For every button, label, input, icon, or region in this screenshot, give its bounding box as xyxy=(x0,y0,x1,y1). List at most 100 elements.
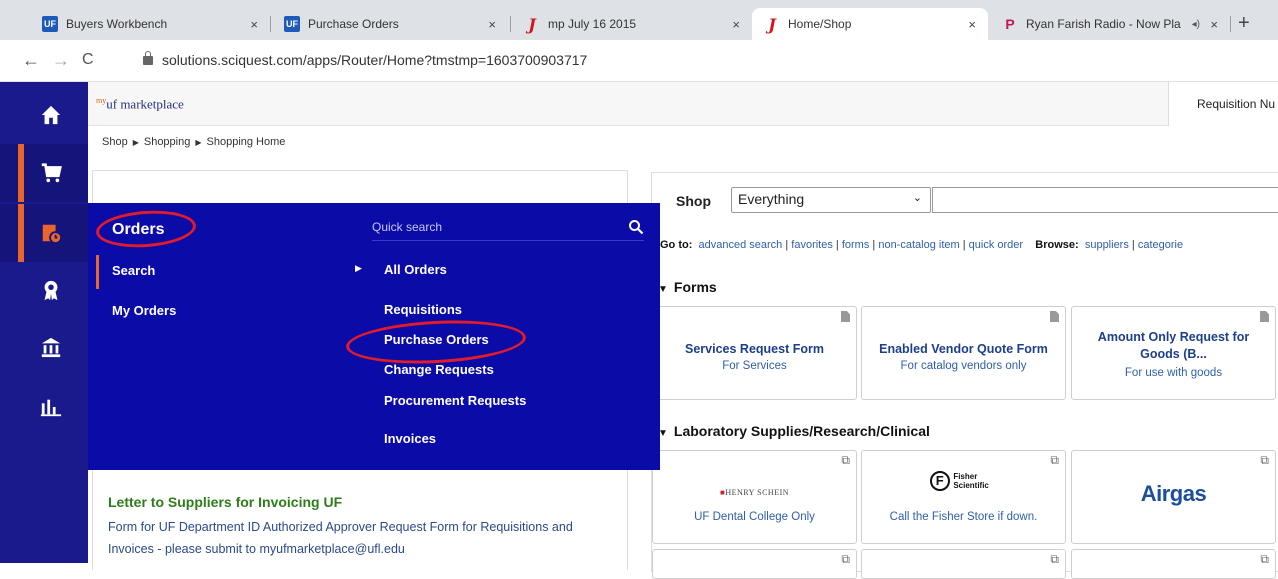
bank-icon xyxy=(41,337,61,358)
chevron-right-icon: ▶ xyxy=(355,263,362,273)
vendor-card[interactable]: ⧉ xyxy=(1071,549,1276,579)
tab-title: Home/Shop xyxy=(788,17,852,31)
annotation-circle xyxy=(94,207,198,251)
tab-title: Purchase Orders xyxy=(308,17,399,31)
vendor-card[interactable]: ⧉ F Fisher Scientific Call the Fisher St… xyxy=(861,450,1066,544)
close-tab-icon[interactable]: × xyxy=(250,17,258,32)
vendor-card[interactable]: ⧉ ■HENRY SCHEIN UF Dental College Only xyxy=(652,450,857,544)
form-card[interactable]: Services Request Form For Services xyxy=(652,306,857,400)
cart-icon xyxy=(41,163,62,183)
link-advanced-search[interactable]: advanced search xyxy=(699,239,783,251)
link-categories[interactable]: categorie xyxy=(1138,239,1183,251)
breadcrumb-shopping-home[interactable]: Shopping Home xyxy=(207,136,286,148)
pandora-favicon-icon: P xyxy=(1005,16,1015,32)
shop-panel: Shop Everything ⌄ Go to: advanced search… xyxy=(651,172,1278,579)
tab-buyers-workbench[interactable]: UF Buyers Workbench × xyxy=(30,8,270,40)
close-tab-icon[interactable]: × xyxy=(488,17,496,32)
link-suppliers[interactable]: suppliers xyxy=(1085,239,1129,251)
tab-title: Ryan Farish Radio - Now Pla xyxy=(1026,17,1181,31)
link-favorites[interactable]: favorites xyxy=(791,239,833,251)
uf-favicon-icon: UF xyxy=(284,16,300,32)
j-favicon-icon: J xyxy=(768,14,776,34)
nav-bank[interactable] xyxy=(0,322,88,372)
external-link-icon[interactable]: ⧉ xyxy=(841,552,850,567)
back-button[interactable]: ← xyxy=(22,50,40,71)
menu-item-invoices[interactable]: Invoices xyxy=(384,431,436,446)
link-quick-order[interactable]: quick order xyxy=(969,239,1023,251)
app-header: myuf marketplace Requisition Nu xyxy=(88,82,1278,126)
external-link-icon[interactable]: ⧉ xyxy=(841,453,850,468)
nav-award[interactable] xyxy=(0,265,88,315)
tab-purchase-orders[interactable]: UF Purchase Orders × xyxy=(272,8,508,40)
nav-reports[interactable] xyxy=(0,382,88,432)
tab-title: mp July 16 2015 xyxy=(548,17,637,31)
requisition-label: Requisition Nu xyxy=(1197,97,1276,111)
forward-button[interactable]: → xyxy=(52,50,70,71)
app-left-nav xyxy=(0,82,88,563)
external-link-icon[interactable]: ⧉ xyxy=(1260,453,1269,468)
tab-ryan-farish-radio[interactable]: P Ryan Farish Radio - Now Pla ◂) × xyxy=(990,8,1230,40)
annotation-circle xyxy=(345,316,527,368)
uf-favicon-icon: UF xyxy=(42,16,58,32)
airgas-logo: Airgas xyxy=(1140,481,1207,506)
menu-item-procurement-requests[interactable]: Procurement Requests xyxy=(384,393,526,408)
forms-section-title[interactable]: ▼ Forms xyxy=(658,279,717,295)
form-subtitle: For Services xyxy=(722,360,787,372)
breadcrumb-shop[interactable]: Shop xyxy=(102,136,128,148)
lock-icon[interactable] xyxy=(143,51,153,65)
orders-icon xyxy=(42,224,62,244)
fisher-scientific-logo: F Fisher Scientific xyxy=(862,471,1065,491)
shop-search-bar: Shop Everything ⌄ xyxy=(652,173,1278,227)
vendor-subtitle: Call the Fisher Store if down. xyxy=(889,511,1038,523)
menu-item-my-orders[interactable]: My Orders xyxy=(112,303,176,318)
menu-item-requisitions[interactable]: Requisitions xyxy=(384,302,462,317)
form-card[interactable]: Enabled Vendor Quote Form For catalog ve… xyxy=(861,306,1066,400)
close-tab-icon[interactable]: × xyxy=(732,17,740,32)
menu-item-change-requests[interactable]: Change Requests xyxy=(384,362,494,377)
award-icon xyxy=(44,280,58,301)
nav-orders[interactable] xyxy=(0,204,88,262)
external-link-icon[interactable]: ⧉ xyxy=(1050,453,1059,468)
breadcrumb: Shop ▶ Shopping ▶ Shopping Home xyxy=(102,136,286,148)
menu-item-all-orders[interactable]: All Orders xyxy=(384,262,447,277)
requisition-area[interactable]: Requisition Nu xyxy=(1168,82,1278,126)
j-favicon-icon: J xyxy=(528,14,536,34)
form-subtitle: For catalog vendors only xyxy=(900,360,1027,372)
letter-body[interactable]: Form for UF Department ID Authorized App… xyxy=(108,516,618,560)
tab-home-shop[interactable]: J Home/Shop × xyxy=(752,8,988,40)
breadcrumb-shopping[interactable]: Shopping xyxy=(144,136,191,148)
reload-button[interactable]: C xyxy=(82,51,94,69)
vendor-card[interactable]: ⧉ Airgas xyxy=(1071,450,1276,544)
shop-scope-select[interactable]: Everything ⌄ xyxy=(731,187,931,213)
marketplace-logo[interactable]: myuf marketplace xyxy=(96,96,184,112)
external-link-icon[interactable]: ⧉ xyxy=(1050,552,1059,567)
lab-section-title[interactable]: ▼ Laboratory Supplies/Research/Clinical xyxy=(658,423,930,439)
url-field[interactable]: solutions.sciquest.com/apps/Router/Home?… xyxy=(162,52,587,68)
shop-search-input[interactable] xyxy=(932,187,1278,213)
close-tab-icon[interactable]: × xyxy=(1210,17,1218,32)
link-non-catalog-item[interactable]: non-catalog item xyxy=(878,239,959,251)
close-tab-icon[interactable]: × xyxy=(968,17,976,32)
search-icon[interactable] xyxy=(628,219,644,235)
vendor-subtitle: UF Dental College Only xyxy=(694,511,815,523)
external-link-icon[interactable]: ⧉ xyxy=(1260,552,1269,567)
form-card[interactable]: Amount Only Request for Goods (B... For … xyxy=(1071,306,1276,400)
new-tab-button[interactable]: + xyxy=(1238,12,1250,35)
letter-title[interactable]: Letter to Suppliers for Invoicing UF xyxy=(108,494,342,510)
nav-home[interactable] xyxy=(0,90,88,140)
form-title: Amount Only Request for Goods (B... xyxy=(1097,330,1250,361)
tab-mp-july[interactable]: J mp July 16 2015 × xyxy=(512,8,752,40)
form-title: Enabled Vendor Quote Form xyxy=(879,342,1048,356)
quick-search-input[interactable]: Quick search xyxy=(372,215,644,241)
henry-schein-logo: ■HENRY SCHEIN xyxy=(719,488,790,497)
home-icon xyxy=(41,105,61,125)
reports-icon xyxy=(40,399,62,417)
browser-tab-bar: UF Buyers Workbench × UF Purchase Orders… xyxy=(0,0,1278,40)
document-icon xyxy=(841,311,850,322)
menu-item-search[interactable]: Search xyxy=(95,255,155,289)
link-forms[interactable]: forms xyxy=(842,239,870,251)
vendor-card[interactable]: ⧉ xyxy=(861,549,1066,579)
audio-playing-icon[interactable]: ◂) xyxy=(1192,19,1200,30)
vendor-card[interactable]: ⧉ xyxy=(652,549,857,579)
nav-shop[interactable] xyxy=(0,144,88,202)
